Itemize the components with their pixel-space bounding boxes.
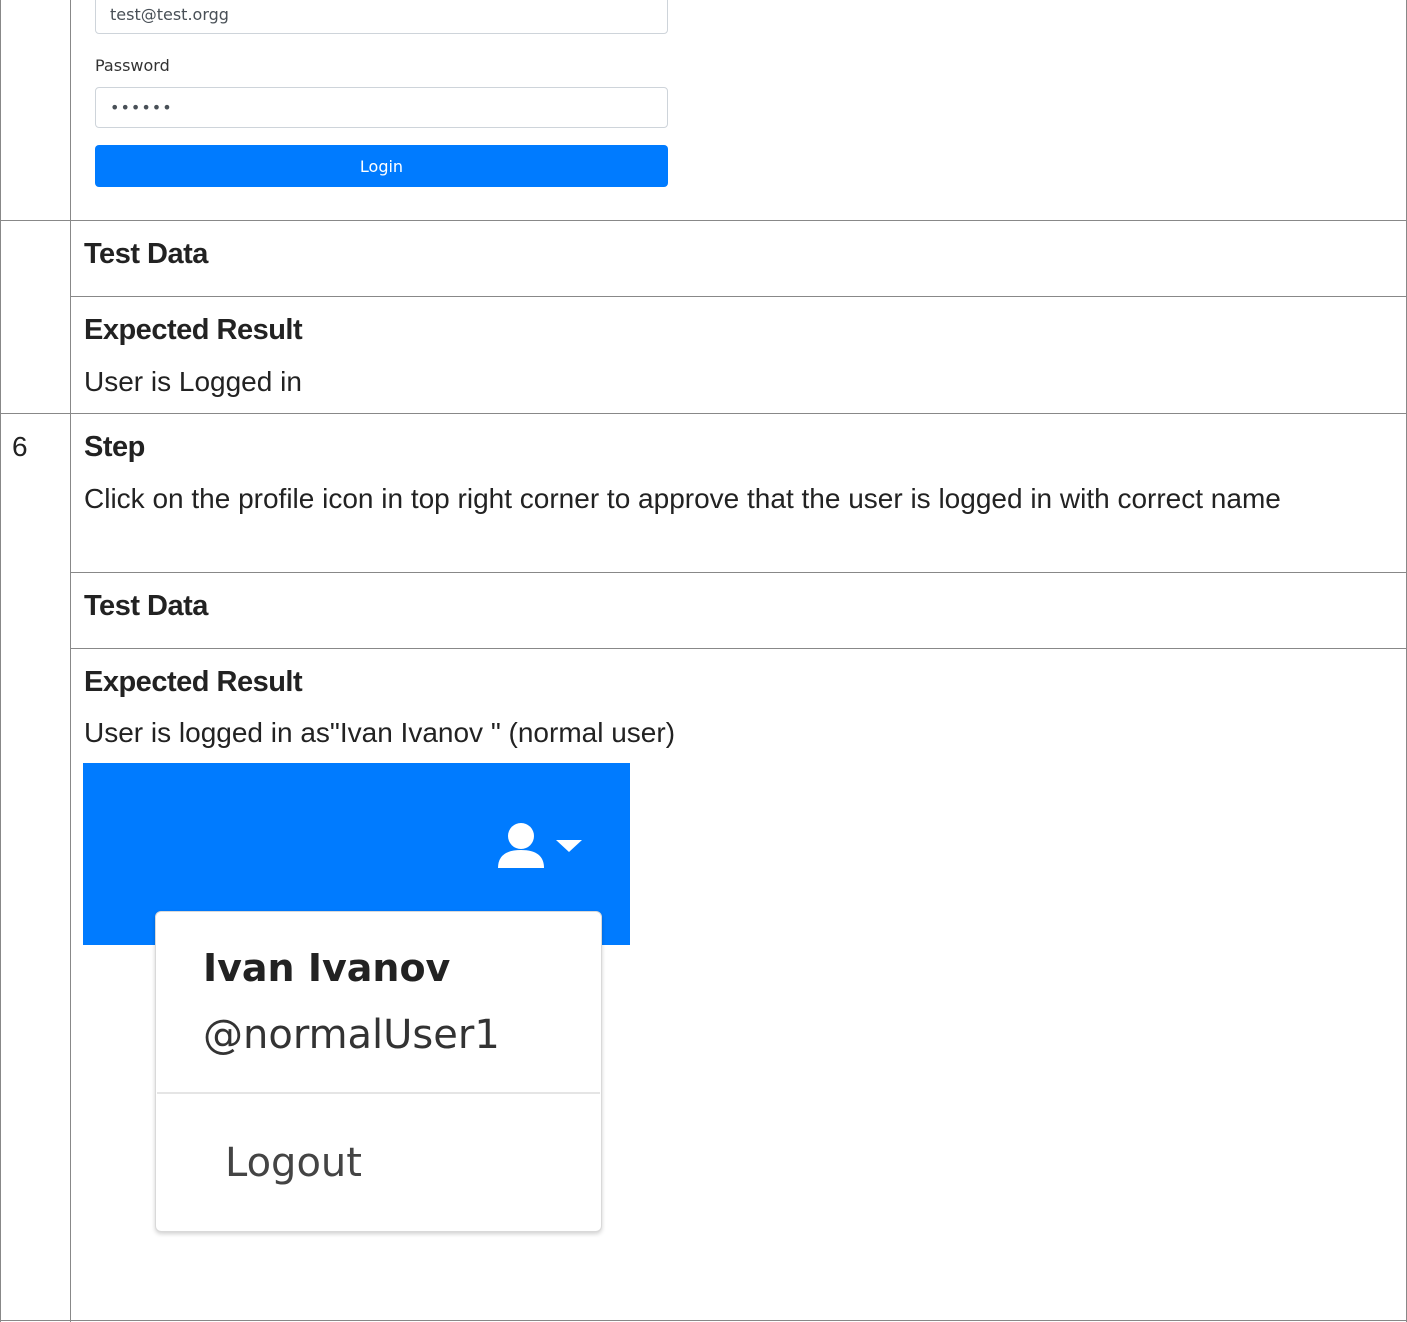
step-number: 6: [12, 431, 28, 462]
expected-result-heading: Expected Result: [84, 314, 303, 346]
login-button-label: Login: [359, 156, 404, 176]
user-handle: @normalUser1: [203, 1012, 500, 1058]
step-heading: Step: [84, 431, 145, 463]
user-name: Ivan Ivanov: [203, 946, 451, 990]
test-data-heading: Test Data: [84, 590, 208, 622]
table-bottom-border: [0, 1320, 1407, 1321]
test-data-heading: Test Data: [84, 238, 208, 270]
expected-result-heading: Expected Result: [84, 666, 303, 698]
row-divider: [0, 413, 1407, 414]
row-divider: [0, 220, 1407, 221]
email-field-value: test@test.orgg: [110, 4, 229, 24]
expected-result-text: User is Logged in: [84, 366, 302, 397]
table-left-border: [0, 0, 1, 1322]
table-column-divider: [70, 0, 71, 1322]
password-field[interactable]: ••••••: [95, 87, 668, 128]
login-button[interactable]: Login: [95, 145, 668, 187]
password-label: Password: [95, 56, 170, 75]
row-divider: [70, 648, 1407, 649]
row-divider: [70, 296, 1407, 297]
dropdown-divider: [157, 1092, 600, 1094]
logout-menu-item[interactable]: Logout: [225, 1140, 362, 1186]
step-text: Click on the profile icon in top right c…: [84, 483, 1281, 514]
expected-result-text: User is logged in as"Ivan Ivanov " (norm…: [84, 717, 676, 748]
user-icon[interactable]: [496, 820, 546, 870]
row-divider: [70, 572, 1407, 573]
password-field-value: ••••••: [110, 98, 173, 117]
caret-down-icon[interactable]: [554, 838, 584, 854]
email-field[interactable]: test@test.orgg: [95, 0, 668, 34]
